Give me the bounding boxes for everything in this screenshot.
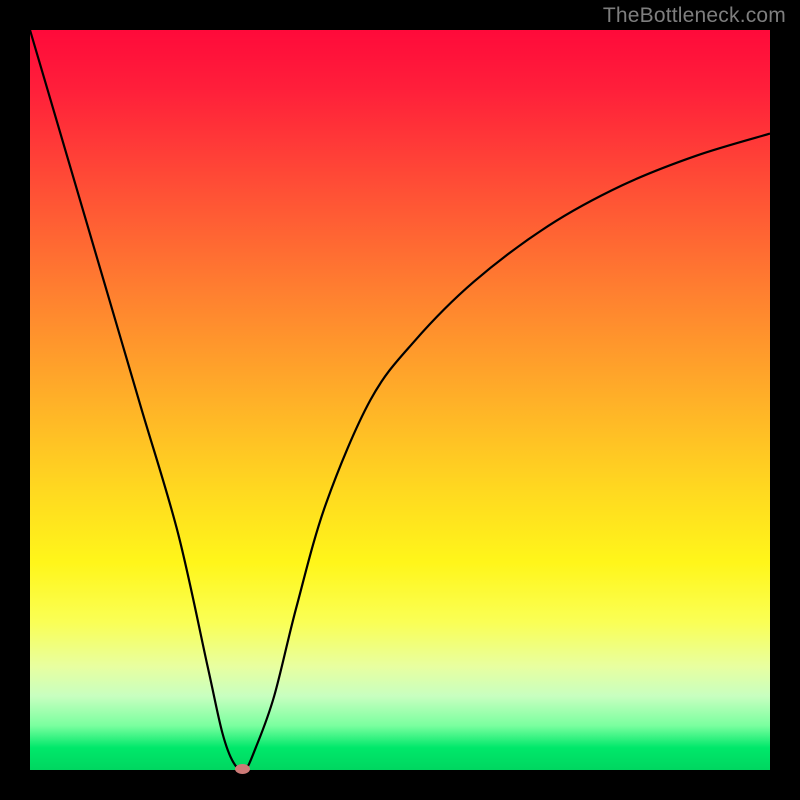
chart-frame: TheBottleneck.com — [0, 0, 800, 800]
minimum-marker — [235, 764, 250, 774]
watermark-text: TheBottleneck.com — [603, 4, 786, 28]
bottleneck-curve — [30, 30, 770, 770]
